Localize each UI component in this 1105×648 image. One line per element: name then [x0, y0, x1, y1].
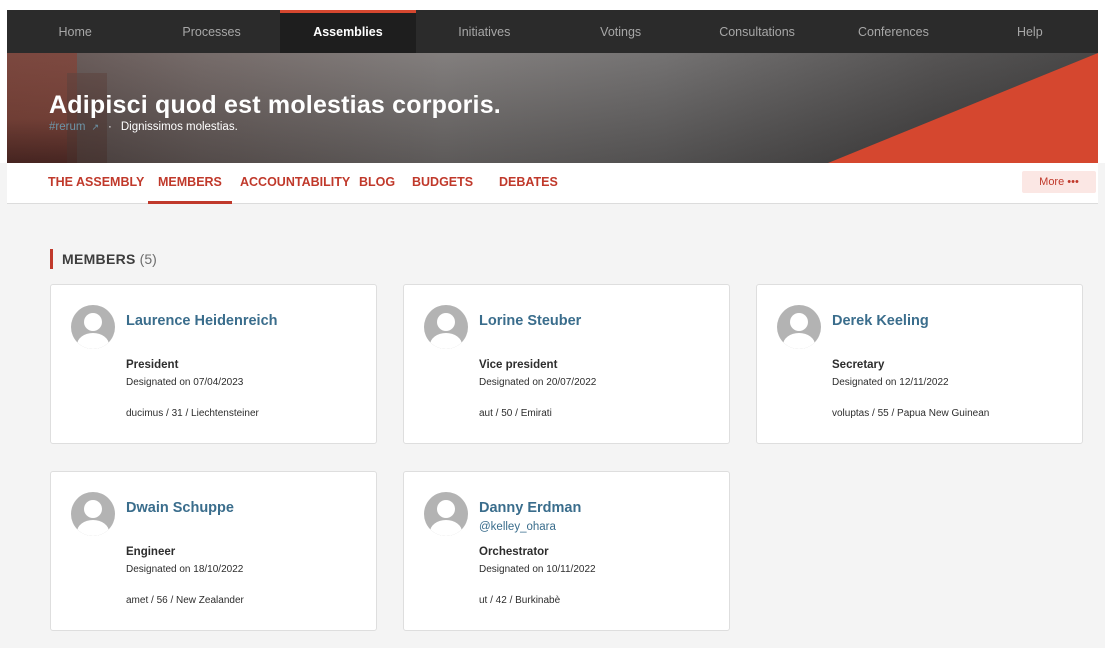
avatar[interactable]: [777, 305, 821, 349]
member-name[interactable]: Derek Keeling: [832, 313, 929, 329]
separator-dot: ·: [107, 121, 112, 133]
hero-accent-triangle: [828, 53, 1098, 163]
avatar[interactable]: [71, 492, 115, 536]
tab-members[interactable]: MEMBERS: [148, 175, 232, 204]
member-card: Lorine Steuber Vice president Designated…: [403, 284, 730, 444]
member-meta: amet / 56 / New Zealander: [126, 595, 244, 606]
member-role: Engineer: [126, 546, 176, 558]
heading-count: (5): [139, 251, 157, 267]
member-designated: Designated on 20/07/2022: [479, 377, 597, 388]
member-role: President: [126, 359, 179, 371]
hero-title: Adipisci quod est molestias corporis.: [49, 91, 501, 119]
member-meta: ducimus / 31 / Liechtensteiner: [126, 408, 259, 419]
nav-help[interactable]: Help: [962, 10, 1098, 53]
heading-label: MEMBERS: [62, 251, 136, 267]
right-edge: [1098, 10, 1105, 163]
nav-conferences[interactable]: Conferences: [825, 10, 961, 53]
hero-subtitle-row: #rerum ↗ · Dignissimos molestias.: [49, 121, 238, 133]
nav-processes[interactable]: Processes: [143, 10, 279, 53]
member-role: Orchestrator: [479, 546, 549, 558]
member-card: Laurence Heidenreich President Designate…: [50, 284, 377, 444]
member-designated: Designated on 10/11/2022: [479, 564, 596, 575]
member-role: Vice president: [479, 359, 558, 371]
external-link-icon: ↗: [91, 121, 99, 132]
member-name[interactable]: Danny Erdman: [479, 500, 581, 516]
member-meta: voluptas / 55 / Papua New Guinean: [832, 408, 990, 419]
member-designated: Designated on 07/04/2023: [126, 377, 244, 388]
avatar[interactable]: [424, 492, 468, 536]
left-edge: [0, 10, 7, 163]
assembly-subnav: THE ASSEMBLY MEMBERS ACCOUNTABILITY BLOG…: [7, 163, 1098, 204]
member-meta: ut / 42 / Burkinabè: [479, 595, 561, 606]
nav-initiatives[interactable]: Initiatives: [416, 10, 552, 53]
member-designated: Designated on 12/11/2022: [832, 377, 949, 388]
tab-budgets[interactable]: BUDGETS: [412, 175, 473, 189]
member-name[interactable]: Dwain Schuppe: [126, 500, 234, 516]
member-card: Dwain Schuppe Engineer Designated on 18/…: [50, 471, 377, 631]
heading-accent-bar: [50, 249, 53, 269]
member-name[interactable]: Lorine Steuber: [479, 313, 581, 329]
member-nickname[interactable]: @kelley_ohara: [479, 521, 556, 533]
hero-subtitle: Dignissimos molestias.: [120, 121, 238, 133]
avatar[interactable]: [424, 305, 468, 349]
hashtag-link[interactable]: #rerum: [49, 121, 85, 133]
member-role: Secretary: [832, 359, 885, 371]
member-meta: aut / 50 / Emirati: [479, 408, 552, 419]
nav-home[interactable]: Home: [7, 10, 143, 53]
more-button[interactable]: More •••: [1022, 171, 1096, 193]
nav-votings[interactable]: Votings: [553, 10, 689, 53]
tab-the-assembly[interactable]: THE ASSEMBLY: [48, 175, 144, 189]
member-name[interactable]: Laurence Heidenreich: [126, 313, 278, 329]
tab-accountability[interactable]: ACCOUNTABILITY: [240, 175, 350, 189]
nav-consultations[interactable]: Consultations: [689, 10, 825, 53]
member-card: Danny Erdman @kelley_ohara Orchestrator …: [403, 471, 730, 631]
main-navigation: Home Processes Assemblies Initiatives Vo…: [7, 10, 1098, 53]
nav-assemblies[interactable]: Assemblies: [279, 10, 417, 53]
hero-banner: Adipisci quod est molestias corporis. #r…: [7, 53, 1098, 163]
member-designated: Designated on 18/10/2022: [126, 564, 244, 575]
member-card: Derek Keeling Secretary Designated on 12…: [756, 284, 1083, 444]
top-edge: [0, 0, 1105, 10]
tab-debates[interactable]: DEBATES: [499, 175, 558, 189]
tab-blog[interactable]: BLOG: [359, 175, 395, 189]
members-heading: MEMBERS (5): [50, 249, 157, 269]
avatar[interactable]: [71, 305, 115, 349]
